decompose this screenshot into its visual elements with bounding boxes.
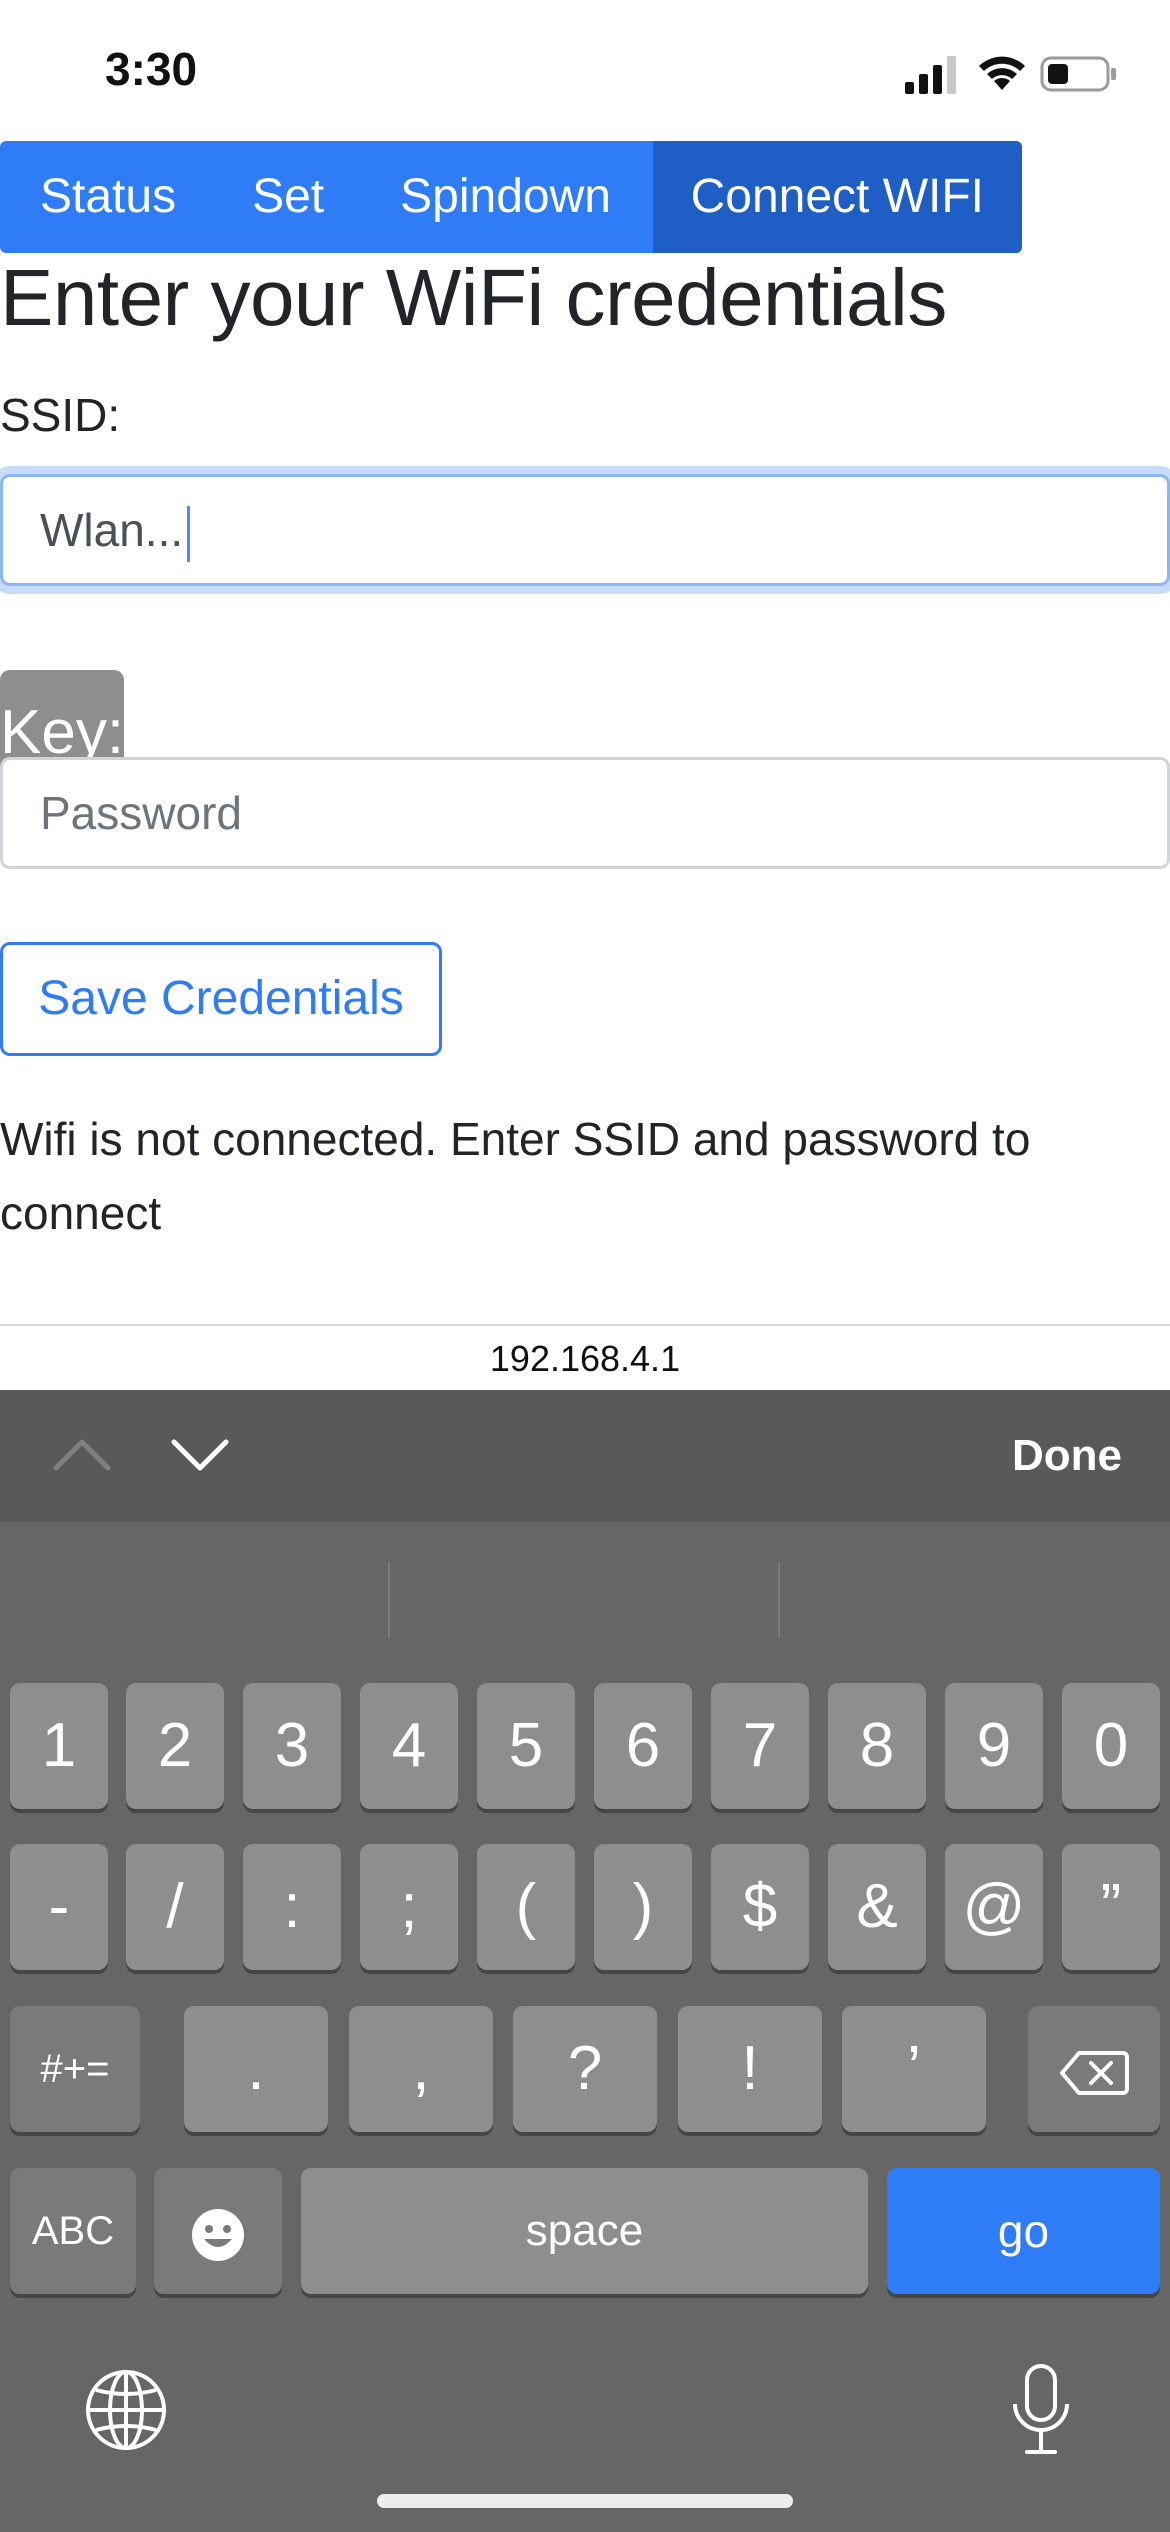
address-bar[interactable]: 192.168.4.1	[0, 1324, 1170, 1392]
key-4[interactable]: 4	[360, 1683, 458, 1809]
keyboard-accessory-bar: Done	[0, 1390, 1170, 1522]
key-3[interactable]: 3	[243, 1683, 341, 1809]
password-placeholder: Password	[40, 787, 242, 839]
key-ampersand[interactable]: &	[828, 1844, 926, 1970]
save-credentials-button[interactable]: Save Credentials	[0, 942, 442, 1056]
cellular-signal-icon	[905, 56, 956, 94]
address-bar-url: 192.168.4.1	[489, 1338, 681, 1379]
key-at[interactable]: @	[945, 1844, 1043, 1970]
text-caret	[187, 505, 191, 562]
key-semicolon[interactable]: ;	[360, 1844, 458, 1970]
key-slash[interactable]: /	[126, 1844, 224, 1970]
ssid-label: SSID:	[0, 389, 121, 441]
key-comma[interactable]: ,	[349, 2006, 493, 2132]
nav-item-connect-wifi[interactable]: Connect WIFI	[652, 141, 1022, 253]
nav-item-status[interactable]: Status	[0, 141, 214, 253]
key-question[interactable]: ?	[513, 2006, 657, 2132]
keyboard: Done 1 2 3 4 5 6 7 8 9 0 - / : ; ( ) $ &…	[0, 1390, 1170, 2532]
delete-key[interactable]	[1028, 2006, 1160, 2132]
key-7[interactable]: 7	[711, 1683, 809, 1809]
key-close-paren[interactable]: )	[594, 1844, 692, 1970]
next-field-icon[interactable]	[168, 1430, 232, 1480]
suggestion-divider	[778, 1562, 780, 1638]
space-key[interactable]: space	[301, 2168, 868, 2294]
key-0[interactable]: 0	[1062, 1683, 1160, 1809]
key-apostrophe[interactable]: ’	[842, 2006, 986, 2132]
connection-status-message: Wifi is not connected. Enter SSID and pa…	[0, 1113, 1031, 1239]
key-period[interactable]: .	[184, 2006, 328, 2132]
battery-icon	[1040, 56, 1116, 92]
home-indicator[interactable]	[377, 2494, 793, 2508]
previous-field-icon[interactable]	[50, 1430, 114, 1480]
ssid-input[interactable]: Wlan...	[0, 474, 1170, 586]
nav-item-set[interactable]: Set	[214, 141, 362, 253]
key-dollar[interactable]: $	[711, 1844, 809, 1970]
key-exclamation[interactable]: !	[678, 2006, 822, 2132]
done-button[interactable]: Done	[1012, 1390, 1122, 1522]
top-nav: Status Set Spindown Connect WIFI	[0, 141, 1022, 253]
key-6[interactable]: 6	[594, 1683, 692, 1809]
globe-icon[interactable]	[84, 2368, 168, 2452]
key-colon[interactable]: :	[243, 1844, 341, 1970]
abc-key[interactable]: ABC	[10, 2168, 136, 2294]
key-open-paren[interactable]: (	[477, 1844, 575, 1970]
wifi-icon	[979, 56, 1025, 90]
password-input[interactable]: Password	[0, 757, 1170, 869]
status-bar: 3:30	[0, 0, 1170, 140]
more-symbols-key[interactable]: #+=	[10, 2006, 140, 2132]
microphone-icon[interactable]	[1010, 2364, 1072, 2456]
key-1[interactable]: 1	[10, 1683, 108, 1809]
key-5[interactable]: 5	[477, 1683, 575, 1809]
emoji-icon	[192, 2208, 244, 2261]
key-8[interactable]: 8	[828, 1683, 926, 1809]
key-hyphen[interactable]: -	[10, 1844, 108, 1970]
emoji-key[interactable]	[154, 2168, 282, 2294]
key-2[interactable]: 2	[126, 1683, 224, 1809]
go-key[interactable]: go	[887, 2168, 1160, 2294]
nav-item-spindown[interactable]: Spindown	[362, 141, 649, 253]
key-quote[interactable]: ”	[1062, 1844, 1160, 1970]
ssid-input-value: Wlan...	[40, 504, 184, 556]
status-time: 3:30	[105, 43, 198, 95]
page-title: Enter your WiFi credentials	[0, 253, 947, 342]
suggestion-divider	[388, 1562, 390, 1638]
backspace-icon	[1060, 2050, 1129, 2095]
key-9[interactable]: 9	[945, 1683, 1043, 1809]
